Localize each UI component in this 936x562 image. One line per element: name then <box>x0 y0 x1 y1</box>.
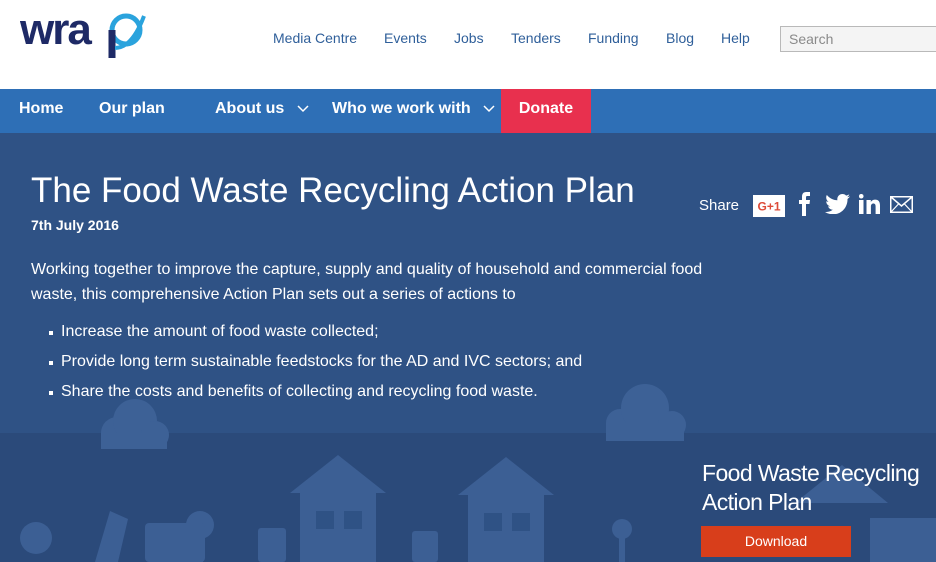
chevron-down-icon <box>297 105 309 112</box>
nav-who-we-work-with-label: Who we work with <box>332 100 471 117</box>
search-input[interactable] <box>780 26 936 52</box>
hero-banner: The Food Waste Recycling Action Plan 7th… <box>0 133 936 562</box>
nav-donate-button[interactable]: Donate <box>501 89 591 133</box>
link-help[interactable]: Help <box>721 30 750 46</box>
nav-home-label: Home <box>19 100 64 117</box>
email-icon[interactable] <box>890 196 913 213</box>
publish-date: 7th July 2016 <box>31 217 119 233</box>
facebook-icon[interactable] <box>799 192 811 216</box>
svg-text:G+1: G+1 <box>757 200 780 214</box>
google-plus-icon[interactable]: G+1 <box>753 195 785 217</box>
nav-our-plan-label: Our plan <box>99 100 165 117</box>
nav-our-plan[interactable]: Our plan <box>99 89 165 133</box>
share-label: Share <box>699 197 740 214</box>
link-jobs[interactable]: Jobs <box>454 30 484 46</box>
action-list: Increase the amount of food waste collec… <box>31 317 582 407</box>
link-media-centre[interactable]: Media Centre <box>273 30 357 46</box>
link-tenders[interactable]: Tenders <box>511 30 561 46</box>
download-button[interactable]: Download <box>701 526 851 557</box>
nav-about-us[interactable]: About us <box>215 89 309 133</box>
link-events[interactable]: Events <box>384 30 427 46</box>
page-title: The Food Waste Recycling Action Plan <box>31 171 635 210</box>
twitter-icon[interactable] <box>825 194 850 214</box>
chevron-down-icon <box>483 105 495 112</box>
list-item: Increase the amount of food waste collec… <box>31 317 582 347</box>
nav-donate-label: Donate <box>518 100 574 117</box>
intro-paragraph: Working together to improve the capture,… <box>31 261 703 303</box>
link-blog[interactable]: Blog <box>666 30 694 46</box>
list-item: Provide long term sustainable feedstocks… <box>31 347 582 377</box>
nav-about-us-label: About us <box>215 100 285 117</box>
top-header: wra Media Centre Events Jobs Tenders Fun… <box>0 0 936 89</box>
nav-home[interactable]: Home <box>19 89 63 133</box>
main-nav: Home Our plan About us Who we work with … <box>0 89 936 133</box>
promo-title: Food Waste Recycling Action Plan <box>702 460 920 515</box>
link-funding[interactable]: Funding <box>588 30 639 46</box>
nav-who-we-work-with[interactable]: Who we work with <box>332 89 495 133</box>
linkedin-icon[interactable] <box>859 194 880 214</box>
list-item: Share the costs and benefits of collecti… <box>31 377 582 407</box>
